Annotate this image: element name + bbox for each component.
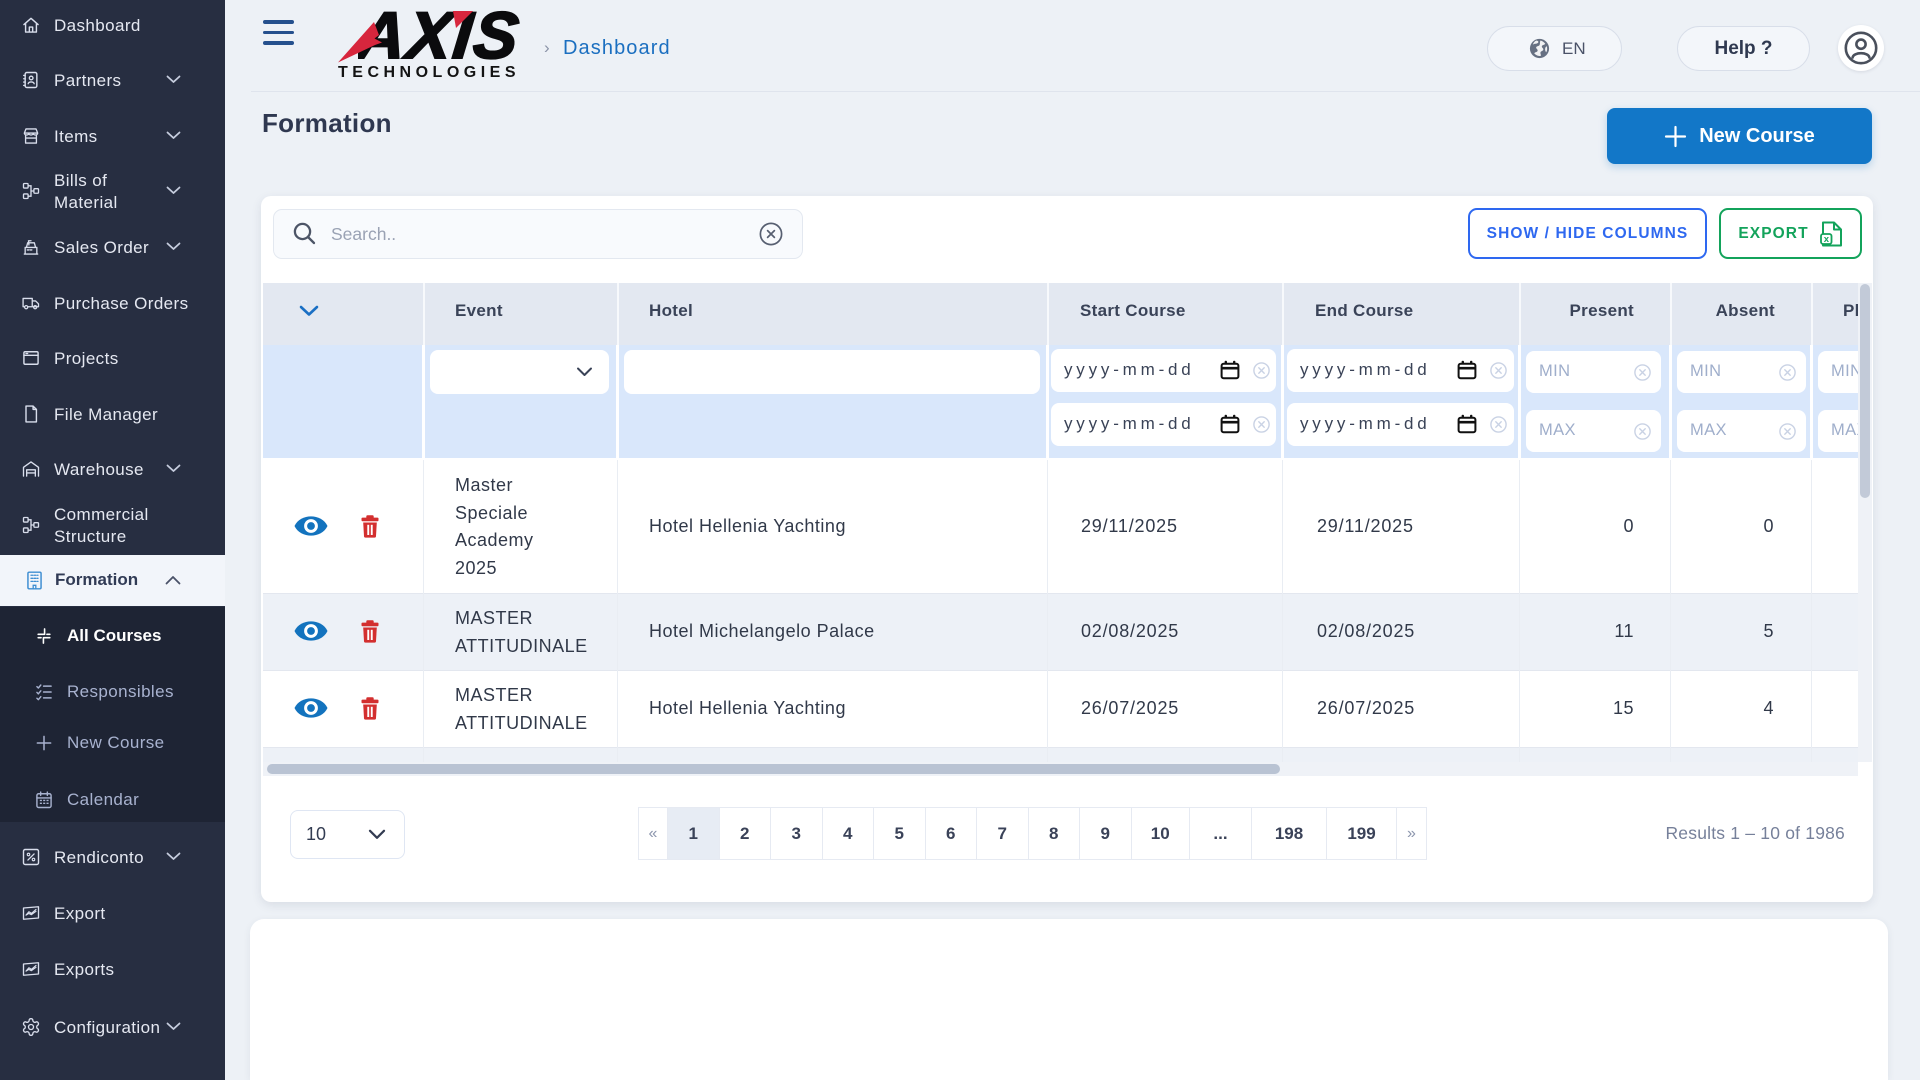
svg-text:x: x <box>1823 234 1829 245</box>
